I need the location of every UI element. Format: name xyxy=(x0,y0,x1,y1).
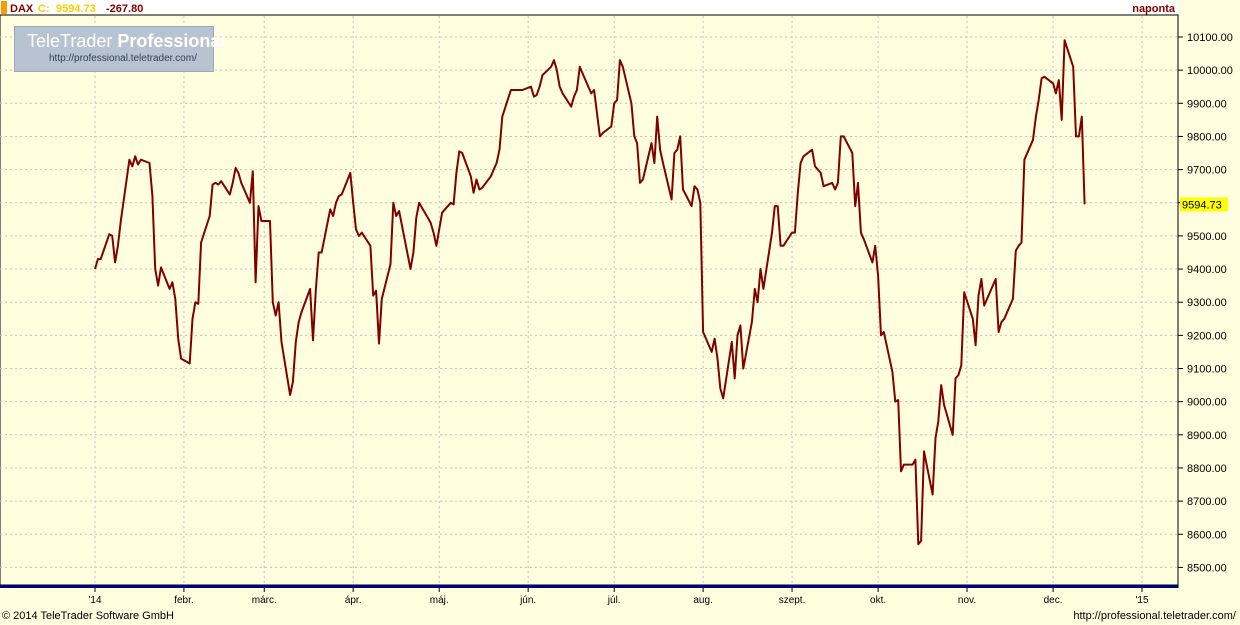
x-tick-label: aug. xyxy=(693,595,712,606)
close-value: 9594.73 xyxy=(56,3,96,15)
x-tick-label: dec. xyxy=(1044,595,1063,606)
x-tick-label: ápr. xyxy=(345,595,362,606)
y-tick-label: 10000.00 xyxy=(1187,65,1233,77)
y-tick-label: 9200.00 xyxy=(1187,330,1227,342)
y-tick-label: 9700.00 xyxy=(1187,165,1227,177)
y-tick-label: 8600.00 xyxy=(1187,529,1227,541)
header-corner xyxy=(1178,0,1240,15)
teletrader-logo: TeleTrader Professional http://professio… xyxy=(14,26,225,72)
x-tick-label: febr. xyxy=(174,595,193,606)
x-tick-label: '15 xyxy=(1135,595,1148,606)
series-marker-icon xyxy=(1,1,7,14)
last-price-label: 9594.73 xyxy=(1182,199,1222,211)
x-tick-label: máj. xyxy=(430,595,449,606)
x-tick-label: márc. xyxy=(252,595,277,606)
y-tick-label: 10100.00 xyxy=(1187,32,1233,44)
change-value: -267.80 xyxy=(106,3,143,15)
y-tick-label: 9400.00 xyxy=(1187,264,1227,276)
x-axis-band xyxy=(0,585,1178,588)
logo-url: http://professional.teletrader.com/ xyxy=(49,53,197,64)
y-tick-label: 8800.00 xyxy=(1187,463,1227,475)
period-label: naponta xyxy=(1132,3,1176,15)
y-tick-label: 9000.00 xyxy=(1187,397,1227,409)
chart-svg: DAX C: 9594.73 -267.80 naponta '14 febr. m… xyxy=(0,0,1240,608)
y-tick-label: 8900.00 xyxy=(1187,430,1227,442)
dax-chart: DAX C: 9594.73 -267.80 naponta '14 febr. m… xyxy=(0,0,1240,625)
y-tick-label: 9300.00 xyxy=(1187,297,1227,309)
last-price-marker: 9594.73 xyxy=(1180,197,1228,212)
y-tick-label: 8500.00 xyxy=(1187,562,1227,574)
x-tick-label: okt. xyxy=(870,595,886,606)
header-bar xyxy=(0,0,1240,15)
y-tick-label: 9900.00 xyxy=(1187,98,1227,110)
x-tick-label: szept. xyxy=(779,595,806,606)
logo-title-bold: Professional xyxy=(117,31,226,51)
x-tick-label: nov. xyxy=(958,595,976,606)
x-tick-label: jún. xyxy=(519,595,536,606)
logo-title: TeleTrader Professional xyxy=(27,31,225,52)
x-tick-label: '14 xyxy=(88,595,101,606)
y-tick-label: 9800.00 xyxy=(1187,131,1227,143)
y-tick-label: 8700.00 xyxy=(1187,496,1227,508)
logo-title-regular: TeleTrader xyxy=(27,31,118,51)
y-tick-label: 9100.00 xyxy=(1187,364,1227,376)
y-tick-label: 9500.00 xyxy=(1187,231,1227,243)
close-label: C: xyxy=(38,3,50,15)
plot-area xyxy=(0,14,1179,586)
x-tick-label: júl. xyxy=(607,595,621,606)
footer-url[interactable]: http://professional.teletrader.com/ xyxy=(1073,608,1236,625)
symbol-label: DAX xyxy=(10,3,34,15)
footer-copyright: © 2014 TeleTrader Software GmbH xyxy=(2,610,174,622)
